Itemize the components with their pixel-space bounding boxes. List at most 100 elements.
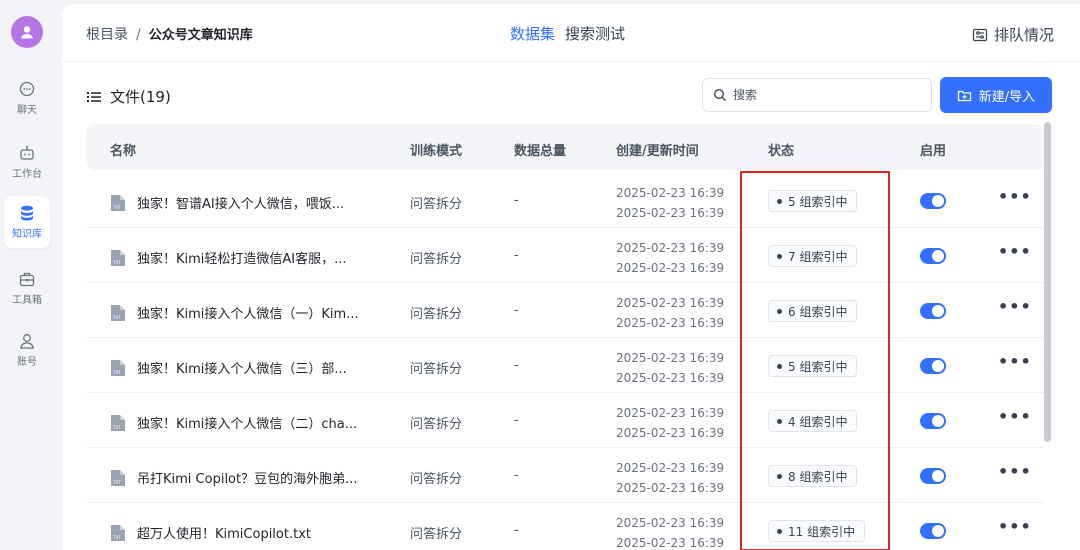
status-badge: 6 组索引中 xyxy=(768,300,858,322)
created-time: 2025-02-23 16:39 xyxy=(616,241,725,255)
enable-toggle[interactable] xyxy=(920,358,946,374)
txt-file-icon: TXT xyxy=(111,524,125,541)
more-menu-icon[interactable]: ••• xyxy=(998,242,1032,261)
table-row[interactable]: TXT 独家！智谱AI接入个人微信，喂饭... 问答拆分 - 2025-02-2… xyxy=(86,173,1044,228)
status-badge: 4 组索引中 xyxy=(768,410,858,432)
column-header-status: 状态 xyxy=(768,144,795,159)
sidebar-item-label: 账号 xyxy=(17,357,37,368)
more-menu-icon[interactable]: ••• xyxy=(998,517,1032,536)
data-total: - xyxy=(514,303,519,318)
status-badge: 11 组索引中 xyxy=(768,520,866,542)
enable-toggle[interactable] xyxy=(920,413,946,429)
table-row[interactable]: TXT 独家！Kimi接入个人微信（二）cha... 问答拆分 - 2025-0… xyxy=(86,393,1044,448)
more-menu-icon[interactable]: ••• xyxy=(998,462,1032,481)
file-name-cell[interactable]: TXT 独家！智谱AI接入个人微信，喂饭... xyxy=(110,193,344,212)
more-menu-icon[interactable]: ••• xyxy=(998,187,1032,206)
status-text: 8 组索引中 xyxy=(788,469,848,484)
data-total: - xyxy=(514,358,519,373)
table-row[interactable]: TXT 独家！Kimi接入个人微信（一）Kim... 问答拆分 - 2025-0… xyxy=(86,283,1044,338)
search-input[interactable] xyxy=(733,88,913,102)
queue-status-button[interactable]: 排队情况 xyxy=(972,24,1054,45)
database-icon xyxy=(21,205,33,221)
table-row[interactable]: TXT 独家！Kimi轻松打造微信AI客服，... 问答拆分 - 2025-02… xyxy=(86,228,1044,283)
column-header-enabled: 启用 xyxy=(920,144,947,159)
status-text: 4 组索引中 xyxy=(788,414,848,429)
file-name-cell[interactable]: TXT 超万人使用！KimiCopilot.txt xyxy=(110,523,311,542)
enable-toggle[interactable] xyxy=(920,303,946,319)
txt-file-icon: TXT xyxy=(111,194,125,211)
file-name-cell[interactable]: TXT 独家！Kimi接入个人微信（三）部... xyxy=(110,358,347,377)
breadcrumb-current: 公众号文章知识库 xyxy=(148,28,253,43)
sidebar-item-account[interactable]: 账号 xyxy=(4,324,50,376)
file-name-cell[interactable]: TXT 吊打Kimi Copilot？豆包的海外胞弟... xyxy=(110,468,358,487)
file-name-cell[interactable]: TXT 独家！Kimi接入个人微信（一）Kim... xyxy=(110,303,359,322)
status-text: 5 组索引中 xyxy=(788,359,848,374)
file-name-cell[interactable]: TXT 独家！Kimi轻松打造微信AI客服，... xyxy=(110,248,347,267)
txt-file-icon: TXT xyxy=(111,469,125,486)
sidebar-item-workbench[interactable]: 工作台 xyxy=(4,136,50,188)
file-name: 独家！Kimi接入个人微信（一）Kim... xyxy=(137,307,359,322)
enable-toggle[interactable] xyxy=(920,523,946,539)
file-name-cell[interactable]: TXT 独家！Kimi接入个人微信（二）cha... xyxy=(110,413,357,432)
new-import-button[interactable]: 新建/导入 xyxy=(940,77,1052,113)
toggle-knob xyxy=(932,415,944,427)
breadcrumb: 根目录 / 公众号文章知识库 xyxy=(86,24,253,44)
toggle-knob xyxy=(932,195,944,207)
updated-time: 2025-02-23 16:39 xyxy=(616,206,725,220)
table-row[interactable]: TXT 超万人使用！KimiCopilot.txt 问答拆分 - 2025-02… xyxy=(86,503,1044,550)
breadcrumb-separator: / xyxy=(136,27,141,43)
created-time: 2025-02-23 16:39 xyxy=(616,186,725,200)
enable-toggle[interactable] xyxy=(920,193,946,209)
sliders-icon xyxy=(972,28,988,41)
training-mode: 问答拆分 xyxy=(410,472,463,487)
updated-time: 2025-02-23 16:39 xyxy=(616,426,725,440)
files-count-label: 文件(19) xyxy=(110,88,171,106)
enable-toggle[interactable] xyxy=(920,248,946,264)
txt-file-icon: TXT xyxy=(111,249,125,266)
txt-file-icon: TXT xyxy=(111,304,125,321)
time-cell: 2025-02-23 16:39 2025-02-23 16:39 xyxy=(616,513,724,550)
status-dot xyxy=(777,198,782,204)
svg-text:TXT: TXT xyxy=(112,370,121,375)
more-menu-icon[interactable]: ••• xyxy=(998,352,1032,371)
txt-file-icon: TXT xyxy=(111,359,125,376)
more-menu-icon[interactable]: ••• xyxy=(998,297,1032,316)
sidebar-item-knowledge-base[interactable]: 知识库 xyxy=(4,196,50,248)
file-name: 独家！Kimi轻松打造微信AI客服，... xyxy=(137,252,347,267)
time-cell: 2025-02-23 16:39 2025-02-23 16:39 xyxy=(616,403,724,443)
sidebar-item-label: 聊天 xyxy=(17,105,37,116)
vertical-scrollbar[interactable] xyxy=(1044,122,1051,442)
tab-search-test[interactable]: 搜索测试 xyxy=(565,25,625,43)
status-dot xyxy=(777,253,782,259)
breadcrumb-root[interactable]: 根目录 xyxy=(86,27,128,43)
status-dot xyxy=(777,528,782,534)
toggle-knob xyxy=(932,305,944,317)
enable-toggle[interactable] xyxy=(920,468,946,484)
sidebar-item-chat[interactable]: 聊天 xyxy=(4,72,50,124)
training-mode: 问答拆分 xyxy=(410,417,463,432)
created-time: 2025-02-23 16:39 xyxy=(616,516,725,530)
time-cell: 2025-02-23 16:39 2025-02-23 16:39 xyxy=(616,348,724,388)
files-title: 文件(19) xyxy=(86,86,171,107)
search-box[interactable] xyxy=(702,78,932,112)
status-text: 6 组索引中 xyxy=(788,304,848,319)
toggle-knob xyxy=(932,470,944,482)
sidebar-item-label: 知识库 xyxy=(12,229,42,240)
updated-time: 2025-02-23 16:39 xyxy=(616,371,725,385)
robot-icon xyxy=(20,145,34,160)
table-row[interactable]: TXT 独家！Kimi接入个人微信（三）部... 问答拆分 - 2025-02-… xyxy=(86,338,1044,393)
file-name: 吊打Kimi Copilot？豆包的海外胞弟... xyxy=(137,472,358,487)
status-dot xyxy=(777,473,782,479)
tab-dataset[interactable]: 数据集 xyxy=(510,25,555,43)
table-row[interactable]: TXT 吊打Kimi Copilot？豆包的海外胞弟... 问答拆分 - 202… xyxy=(86,448,1044,503)
updated-time: 2025-02-23 16:39 xyxy=(616,481,725,495)
user-icon xyxy=(20,334,34,349)
file-name: 独家！Kimi接入个人微信（三）部... xyxy=(137,362,347,377)
data-total: - xyxy=(514,248,519,263)
training-mode: 问答拆分 xyxy=(410,307,463,322)
avatar[interactable] xyxy=(11,16,43,48)
tab-bar: 数据集 搜索测试 xyxy=(510,23,635,44)
more-menu-icon[interactable]: ••• xyxy=(998,407,1032,426)
sidebar-item-toolbox[interactable]: 工具箱 xyxy=(4,262,50,314)
created-time: 2025-02-23 16:39 xyxy=(616,461,725,475)
